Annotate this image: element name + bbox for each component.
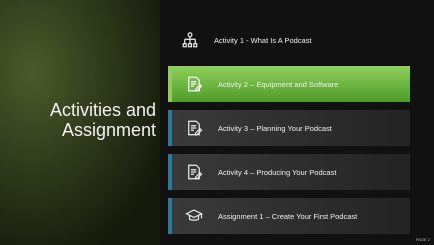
menu-item-activity-3[interactable]: Activity 3 – Planning Your Podcast	[168, 110, 410, 146]
page-number: PAGE 2	[415, 237, 430, 242]
menu-item-activity-4[interactable]: Activity 4 – Producing Your Podcast	[168, 154, 410, 190]
menu-item-activity-2[interactable]: Activity 2 – Equipment and Software	[168, 66, 410, 102]
slide-title-line2: Assignment	[61, 120, 156, 140]
menu-item-label: Activity 4 – Producing Your Podcast	[218, 167, 337, 177]
slide-title: Activities and Assignment	[6, 100, 156, 140]
document-edit-icon	[184, 162, 204, 182]
menu-item-label: Activity 2 – Equipment and Software	[218, 79, 339, 89]
document-edit-icon	[184, 74, 204, 94]
menu-item-label: Activity 3 – Planning Your Podcast	[218, 123, 332, 133]
menu-panel: Activity 1 - What Is A Podcast Activity …	[160, 0, 434, 245]
network-icon	[180, 30, 200, 50]
menu-item-label: Activity 1 - What Is A Podcast	[214, 35, 312, 45]
slide-title-line1: Activities and	[49, 100, 156, 120]
menu-item-assignment-1[interactable]: Assignment 1 – Create Your First Podcast	[168, 198, 410, 234]
menu-item-label: Assignment 1 – Create Your First Podcast	[218, 211, 358, 221]
left-panel: Activities and Assignment	[0, 0, 160, 245]
slide: Activities and Assignment Activity 1 - W…	[0, 0, 434, 245]
graduation-cap-icon	[184, 206, 204, 226]
document-edit-icon	[184, 118, 204, 138]
menu-item-activity-1[interactable]: Activity 1 - What Is A Podcast	[168, 22, 410, 58]
